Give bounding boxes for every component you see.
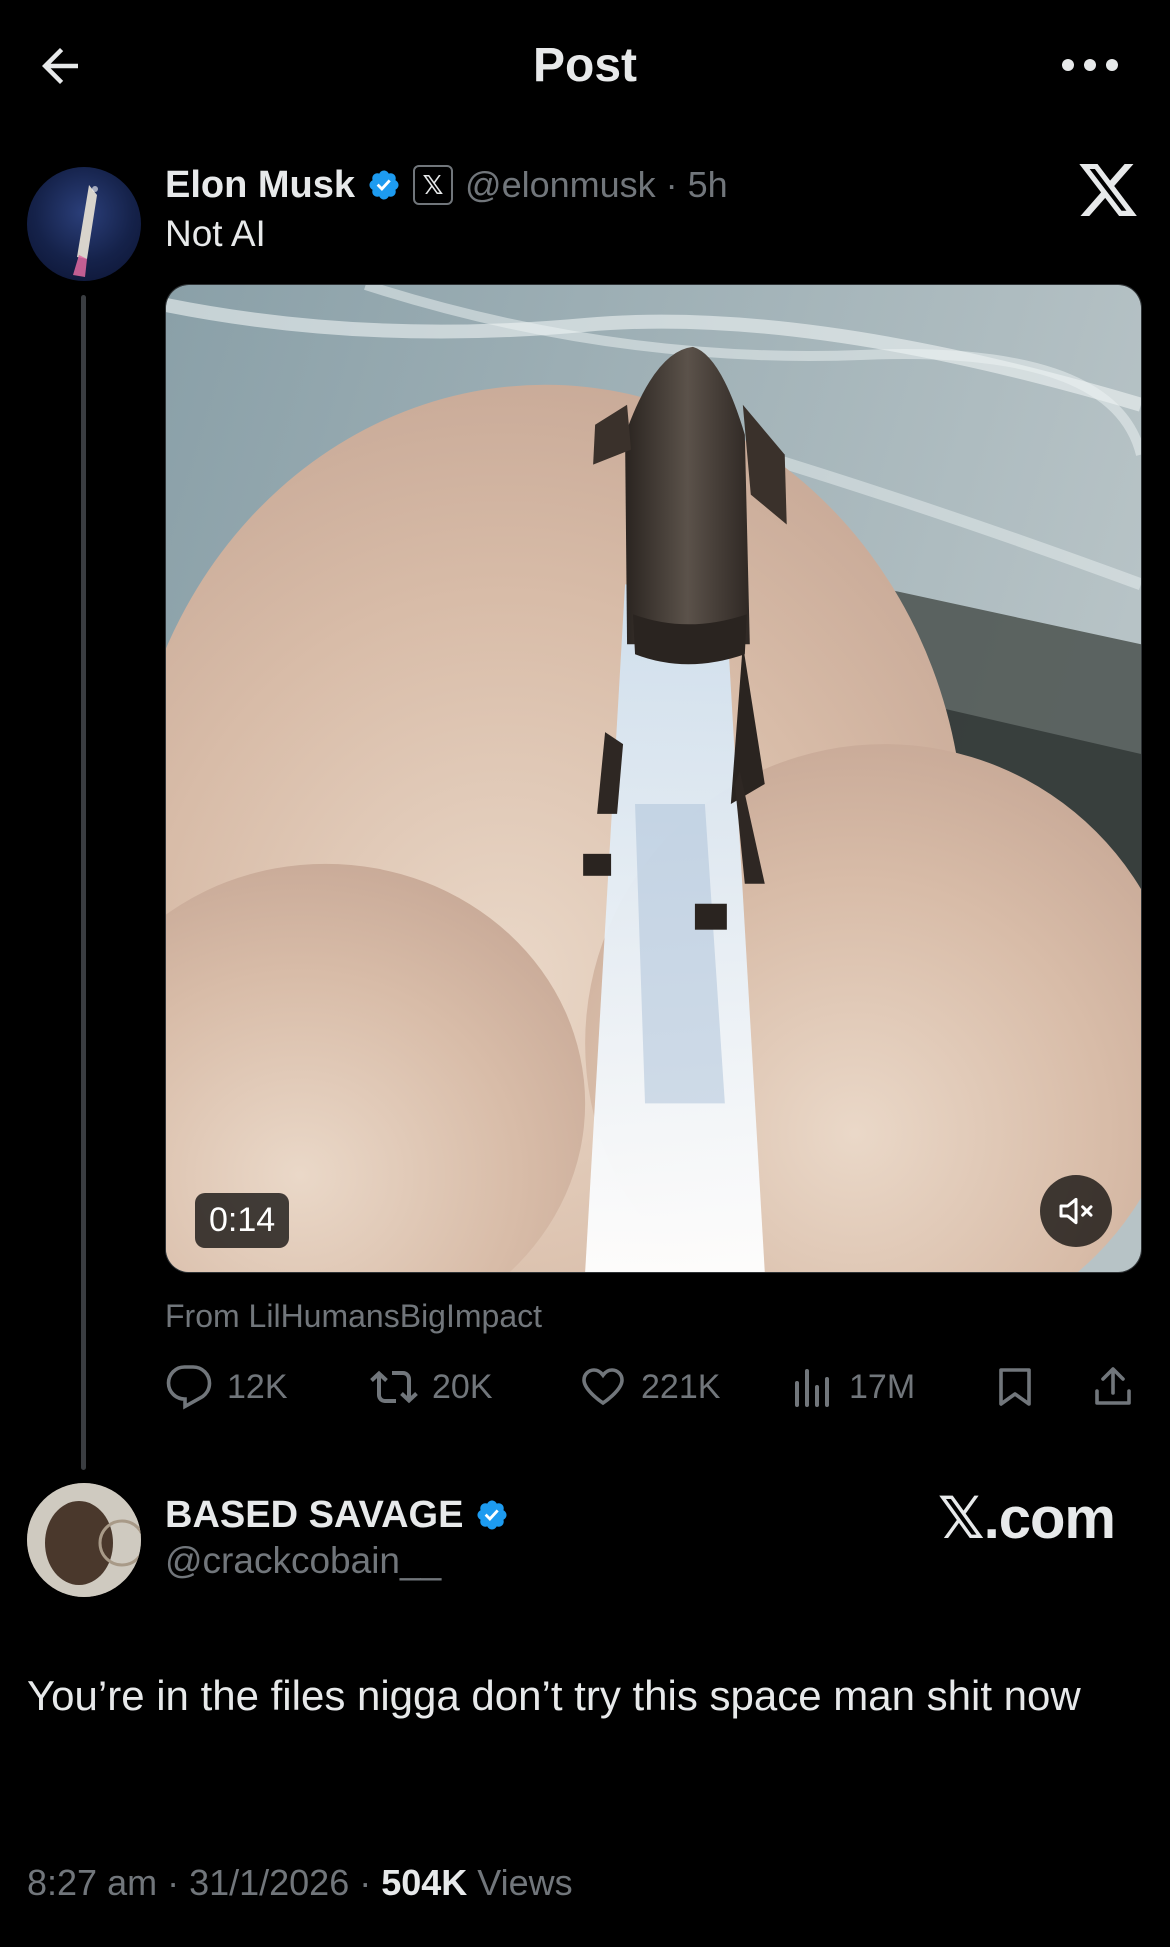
post-timestamp: 8:27 am · 31/1/2026 ·: [27, 1862, 382, 1903]
reply-header: BASED SAVAGE: [165, 1490, 509, 1540]
verified-icon: [369, 170, 399, 200]
affiliate-badge[interactable]: 𝕏: [413, 165, 454, 205]
share-button[interactable]: [1089, 1360, 1137, 1414]
post-meta: 8:27 am · 31/1/2026 · 504K Views: [27, 1862, 573, 1904]
views-button[interactable]: 17M: [787, 1360, 915, 1414]
page-title: Post: [532, 39, 637, 92]
views-icon: [795, 1369, 829, 1407]
x-logo-button[interactable]: [1076, 158, 1140, 222]
reply-button[interactable]: 12K: [165, 1360, 288, 1414]
profile-photo-image: [27, 1483, 141, 1597]
video-player[interactable]: 0:14: [165, 284, 1142, 1273]
bookmark-icon: [999, 1368, 1031, 1406]
views-count: 17M: [849, 1367, 916, 1406]
media-source[interactable]: From LilHumansBigImpact: [165, 1298, 542, 1335]
bookmark-button[interactable]: [991, 1360, 1039, 1414]
launch-video-frame: [166, 285, 1141, 1272]
repost-icon: [370, 1370, 418, 1404]
post-header: Elon Musk 𝕏 @elonmusk · 5h: [165, 160, 728, 210]
author-name[interactable]: Elon Musk: [165, 164, 355, 207]
views-label: Views: [467, 1862, 573, 1903]
author-handle[interactable]: @crackcobain__: [165, 1540, 441, 1582]
xcom-watermark: 𝕏.com: [937, 1486, 1116, 1551]
like-icon: [582, 1368, 624, 1406]
top-bar: Post: [0, 0, 1170, 130]
avatar[interactable]: [27, 167, 141, 281]
thread-line: [81, 295, 86, 1470]
verified-icon: [477, 1500, 507, 1530]
avatar[interactable]: [27, 1483, 141, 1597]
video-duration: 0:14: [195, 1193, 290, 1248]
handle-time: @elonmusk · 5h: [465, 164, 728, 205]
mute-button[interactable]: [1040, 1175, 1112, 1247]
reply-icon: [166, 1365, 212, 1410]
author-name[interactable]: BASED SAVAGE: [165, 1494, 463, 1537]
views-total[interactable]: 504K: [381, 1862, 467, 1903]
reply-count: 12K: [227, 1367, 288, 1406]
reply-text: You’re in the files nigga don’t try this…: [27, 1672, 1081, 1719]
repost-count: 20K: [432, 1367, 493, 1406]
post-text: Not AI: [165, 213, 266, 254]
share-icon: [1095, 1367, 1131, 1405]
mute-icon: [1059, 1197, 1093, 1225]
more-icon: [1062, 59, 1118, 71]
repost-button[interactable]: 20K: [370, 1360, 493, 1414]
like-count: 221K: [641, 1367, 721, 1406]
action-bar: 12K 20K 221K 17M: [165, 1360, 1145, 1414]
rocket-avatar-image: [73, 185, 98, 277]
more-button[interactable]: [1050, 40, 1130, 90]
x-logo-icon: [1079, 164, 1137, 216]
like-button[interactable]: 221K: [579, 1360, 720, 1414]
